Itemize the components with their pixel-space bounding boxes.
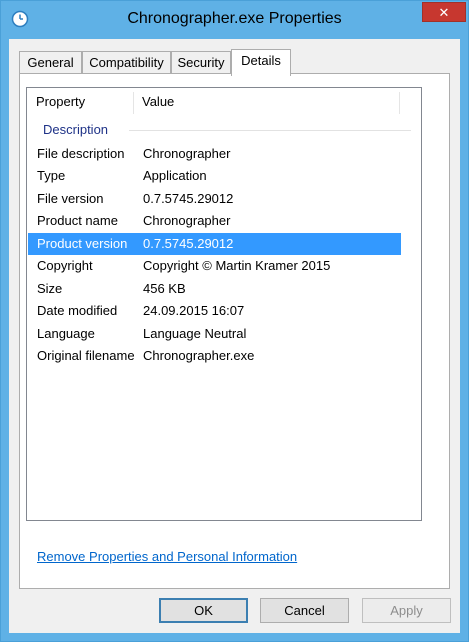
property-value: Chronographer: [143, 213, 231, 228]
list-item[interactable]: File version 0.7.5745.29012: [27, 188, 421, 210]
property-value: Application: [143, 168, 207, 183]
list-item-selected[interactable]: Product version 0.7.5745.29012: [28, 233, 401, 255]
list-item[interactable]: Product name Chronographer: [27, 210, 421, 232]
cancel-button[interactable]: Cancel: [260, 598, 349, 623]
tab-compatibility[interactable]: Compatibility: [82, 51, 171, 74]
list-item[interactable]: Copyright Copyright © Martin Kramer 2015: [27, 255, 421, 277]
close-icon: ✕: [438, 5, 450, 20]
property-value: 24.09.2015 16:07: [143, 303, 245, 318]
dialog-client-area: General Compatibility Security Details P…: [9, 39, 460, 633]
group-divider: [129, 130, 411, 131]
property-name: Date modified: [37, 303, 118, 318]
property-name: Original filename: [37, 348, 135, 363]
title-bar[interactable]: Chronographer.exe Properties ✕: [1, 1, 468, 39]
apply-button[interactable]: Apply: [362, 598, 451, 623]
column-header-property[interactable]: Property: [27, 88, 133, 119]
property-name: Size: [37, 281, 63, 296]
list-item[interactable]: Type Application: [27, 165, 421, 187]
property-name: File description: [37, 146, 125, 161]
list-item[interactable]: Date modified 24.09.2015 16:07: [27, 300, 421, 322]
ok-button[interactable]: OK: [159, 598, 248, 623]
property-value: 0.7.5745.29012: [143, 236, 234, 251]
property-value: Language Neutral: [143, 326, 247, 341]
list-item[interactable]: Original filename Chronographer.exe: [27, 345, 421, 367]
property-value: Chronographer.exe: [143, 348, 255, 363]
column-header-value[interactable]: Value: [133, 88, 399, 119]
property-value: 0.7.5745.29012: [143, 191, 234, 206]
property-value: Copyright © Martin Kramer 2015: [143, 258, 331, 273]
details-list[interactable]: Property Value Description File descript…: [26, 87, 422, 521]
tab-security[interactable]: Security: [171, 51, 231, 74]
property-name: Type: [37, 168, 66, 183]
property-name: Language: [37, 326, 95, 341]
list-item[interactable]: Size 456 KB: [27, 278, 421, 300]
group-description[interactable]: Description: [27, 119, 421, 143]
property-value: Chronographer: [143, 146, 231, 161]
list-header: Property Value: [27, 88, 421, 119]
property-name: Copyright: [37, 258, 93, 273]
remove-properties-link[interactable]: Remove Properties and Personal Informati…: [37, 549, 297, 564]
window-title: Chronographer.exe Properties: [127, 10, 342, 27]
column-separator[interactable]: [399, 92, 400, 114]
properties-window: Chronographer.exe Properties ✕ General C…: [0, 0, 469, 642]
list-item[interactable]: File description Chronographer: [27, 143, 421, 165]
property-value: 456 KB: [143, 281, 186, 296]
group-label: Description: [43, 122, 109, 137]
tab-details[interactable]: Details: [231, 49, 291, 76]
close-button[interactable]: ✕: [422, 2, 466, 22]
list-item[interactable]: Language Language Neutral: [27, 323, 421, 345]
property-name: Product version: [37, 236, 128, 251]
property-name: Product name: [37, 213, 118, 228]
tab-general[interactable]: General: [19, 51, 82, 74]
property-name: File version: [37, 191, 104, 206]
